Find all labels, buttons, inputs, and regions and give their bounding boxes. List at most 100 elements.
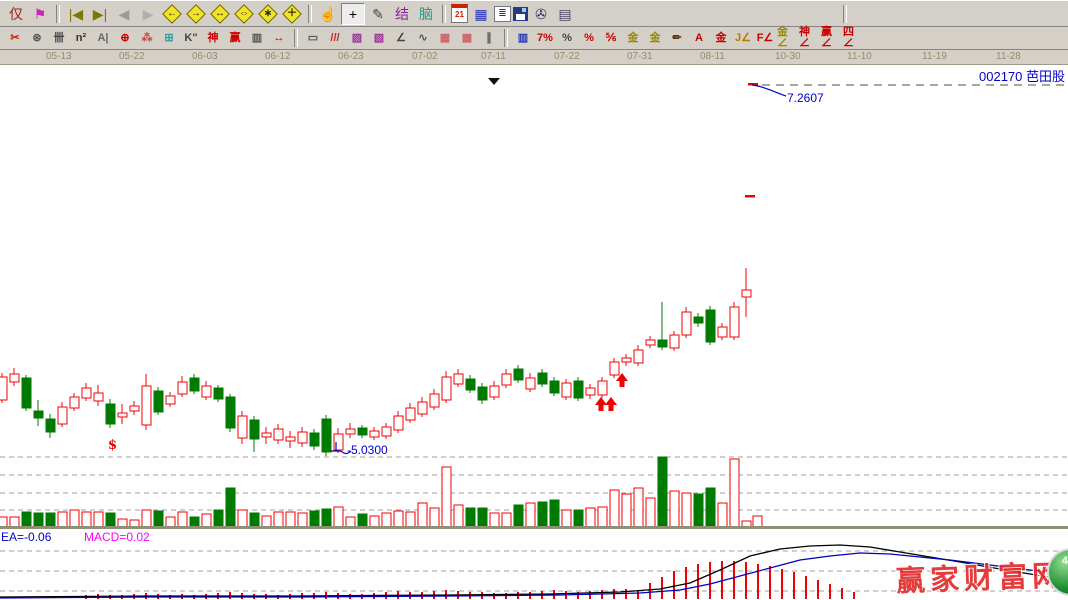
mirror-A-icon[interactable]: A| <box>93 29 113 47</box>
fraction-tool-icon[interactable]: ⅚ <box>601 29 621 47</box>
save-icon[interactable] <box>513 7 528 21</box>
n-squared-icon[interactable]: n² <box>71 29 91 47</box>
step-forward-icon[interactable]: ▶ <box>137 4 159 24</box>
angle-ying-icon[interactable]: 赢∠ <box>821 29 841 47</box>
dea-value-label: EA=-0.06 <box>1 530 51 544</box>
buy-arrow-marker <box>605 397 617 411</box>
zigzag-icon[interactable]: ∿ <box>413 29 433 47</box>
gann-square-fan-icon[interactable]: ▧ <box>369 29 389 47</box>
axis-tick-label: 06-12 <box>265 51 291 62</box>
axis-tick-label: 07-11 <box>481 51 506 62</box>
shen-grid-icon[interactable]: 神 <box>203 29 223 47</box>
low-price-label: -5.0300 <box>347 443 388 457</box>
calendar-icon[interactable]: 21 <box>451 4 468 23</box>
angle-F-icon[interactable]: F∠ <box>755 29 775 47</box>
watermark: 赢家财富网 <box>895 552 1066 600</box>
crosshair-tool-icon[interactable]: + <box>341 3 365 25</box>
candles-layer <box>0 268 751 456</box>
gold-underline-icon[interactable]: 金 <box>711 29 731 47</box>
locked-trendline-icon[interactable]: ✎ <box>367 4 389 24</box>
toolbar-separator <box>308 5 312 23</box>
scroll-triangle-marker <box>488 78 500 85</box>
axis-tick-label: 06-03 <box>192 51 218 62</box>
axis-tick-label: 11-28 <box>996 51 1021 62</box>
printer-icon[interactable]: ▤ <box>554 4 576 24</box>
angle-si-icon[interactable]: 四∠ <box>843 29 863 47</box>
date-axis[interactable]: 05-13 05-22 06-03 06-12 06-23 07-02 07-11 07-22… <box>0 50 1068 65</box>
angle-shen-icon[interactable]: 神∠ <box>799 29 819 47</box>
axis-tick-label: 08-11 <box>700 51 725 62</box>
toolbar-separator <box>843 5 847 23</box>
zoom-horizontal-icon[interactable]: ↔ <box>209 4 231 24</box>
wave-A-icon[interactable]: A <box>689 29 709 47</box>
knot-tool-icon[interactable]: 结 <box>391 4 413 24</box>
dollar-marker: $ <box>108 438 117 453</box>
brain-tool-icon[interactable]: 脑 <box>415 4 437 24</box>
axis-tick-label: 10-30 <box>775 51 801 62</box>
notepad-icon[interactable]: ≣ <box>494 6 511 22</box>
jump-first-icon[interactable]: |◀ <box>65 4 87 24</box>
hand-tool-icon[interactable]: ☝ <box>317 4 339 24</box>
pan-left-icon[interactable]: ← <box>161 4 183 24</box>
red-crosshair-icon[interactable]: ⊕ <box>115 29 135 47</box>
main-toolbar: 仅⚑ |◀▶|◀▶←→↔⇔∗＋ ☝+✎结脑 21▦≣ ✇▤ <box>0 0 1068 27</box>
pane-separator <box>0 526 1068 529</box>
axis-tick-label: 11-19 <box>922 51 947 62</box>
axis-tick-label: 07-22 <box>554 51 580 62</box>
grid-corner-icon[interactable]: ▩ <box>457 29 477 47</box>
system-clock-icon[interactable]: ✇ <box>530 4 552 24</box>
percent-line-icon[interactable]: % <box>579 29 599 47</box>
calculator-icon[interactable]: ▦ <box>470 4 492 24</box>
compress-horizontal-icon[interactable]: ⇔ <box>233 4 255 24</box>
parallel-lines-icon[interactable]: ∥ <box>479 29 499 47</box>
price-chart-canvas[interactable] <box>0 65 1068 599</box>
axis-tick-label: 07-31 <box>627 51 653 62</box>
volume-layer <box>0 457 762 527</box>
trend-rays-icon[interactable]: ∠ <box>391 29 411 47</box>
axis-tick-label: 05-22 <box>119 51 145 62</box>
seven-percent-icon[interactable]: 7% <box>535 29 555 47</box>
tally-ruler-icon[interactable]: 卌 <box>49 29 69 47</box>
fib-columns-icon[interactable]: ▥ <box>513 29 533 47</box>
price-level-label: 7.2607 <box>787 91 824 105</box>
macd-value-label: MACD=0.02 <box>84 530 150 544</box>
gann-fan-icon[interactable]: /// <box>325 29 345 47</box>
rect-handles-icon[interactable]: ▭ <box>303 29 323 47</box>
percent-icon[interactable]: % <box>557 29 577 47</box>
axis-tick-label: 06-23 <box>338 51 364 62</box>
buy-arrow-marker <box>595 397 607 411</box>
step-back-icon[interactable]: ◀ <box>113 4 135 24</box>
width-span-icon[interactable]: ↔ <box>269 29 289 47</box>
angle-gold-icon[interactable]: 金∠ <box>777 29 797 47</box>
axis-tick-label: 07-02 <box>412 51 438 62</box>
toolbar-separator <box>294 29 298 47</box>
ying-box-icon[interactable]: 赢 <box>225 29 245 47</box>
candle-brush-icon[interactable]: ✏ <box>667 29 687 47</box>
toolbar-spacer <box>577 13 839 14</box>
dot-burst-icon[interactable]: ⁂ <box>137 29 157 47</box>
drawing-toolbar: ✂⊛卌n²A|⊕⁂⊞K"神赢▥↔▭///▨▧∠∿▦▩∥▥7%%%⅚金金✏A金J∠… <box>0 27 1068 50</box>
axis-tick-label: 05-13 <box>46 51 72 62</box>
flag-chart-icon[interactable]: ⚑ <box>29 4 51 24</box>
stock-code-label: 002170 芭田股 <box>979 66 1065 85</box>
expand-all-icon[interactable]: ＋ <box>281 4 303 24</box>
red-seal-icon[interactable]: ✂ <box>5 29 25 47</box>
grid-red-icon[interactable]: ▦ <box>435 29 455 47</box>
app-seal-icon[interactable]: 仅 <box>5 4 27 24</box>
jump-last-icon[interactable]: ▶| <box>89 4 111 24</box>
compress-all-icon[interactable]: ∗ <box>257 4 279 24</box>
chart-area[interactable]: 002170 芭田股 7.2607 -5.0300 $ EA=-0.06 MAC… <box>0 65 1068 599</box>
gann-box-icon[interactable]: ▨ <box>347 29 367 47</box>
toolbar-separator <box>56 5 60 23</box>
toolbar-separator <box>442 5 446 23</box>
annotations-layer <box>331 78 786 454</box>
angle-J-icon[interactable]: J∠ <box>733 29 753 47</box>
grid-crosshair-icon[interactable]: ⊞ <box>159 29 179 47</box>
ruler-123-icon[interactable]: ▥ <box>247 29 267 47</box>
gold-circle-icon[interactable]: 金 <box>623 29 643 47</box>
gold-lines-icon[interactable]: 金 <box>645 29 665 47</box>
k-mark-icon[interactable]: K" <box>181 29 201 47</box>
cycle-circle-icon[interactable]: ⊛ <box>27 29 47 47</box>
toolbar-separator <box>504 29 508 47</box>
pan-right-icon[interactable]: → <box>185 4 207 24</box>
